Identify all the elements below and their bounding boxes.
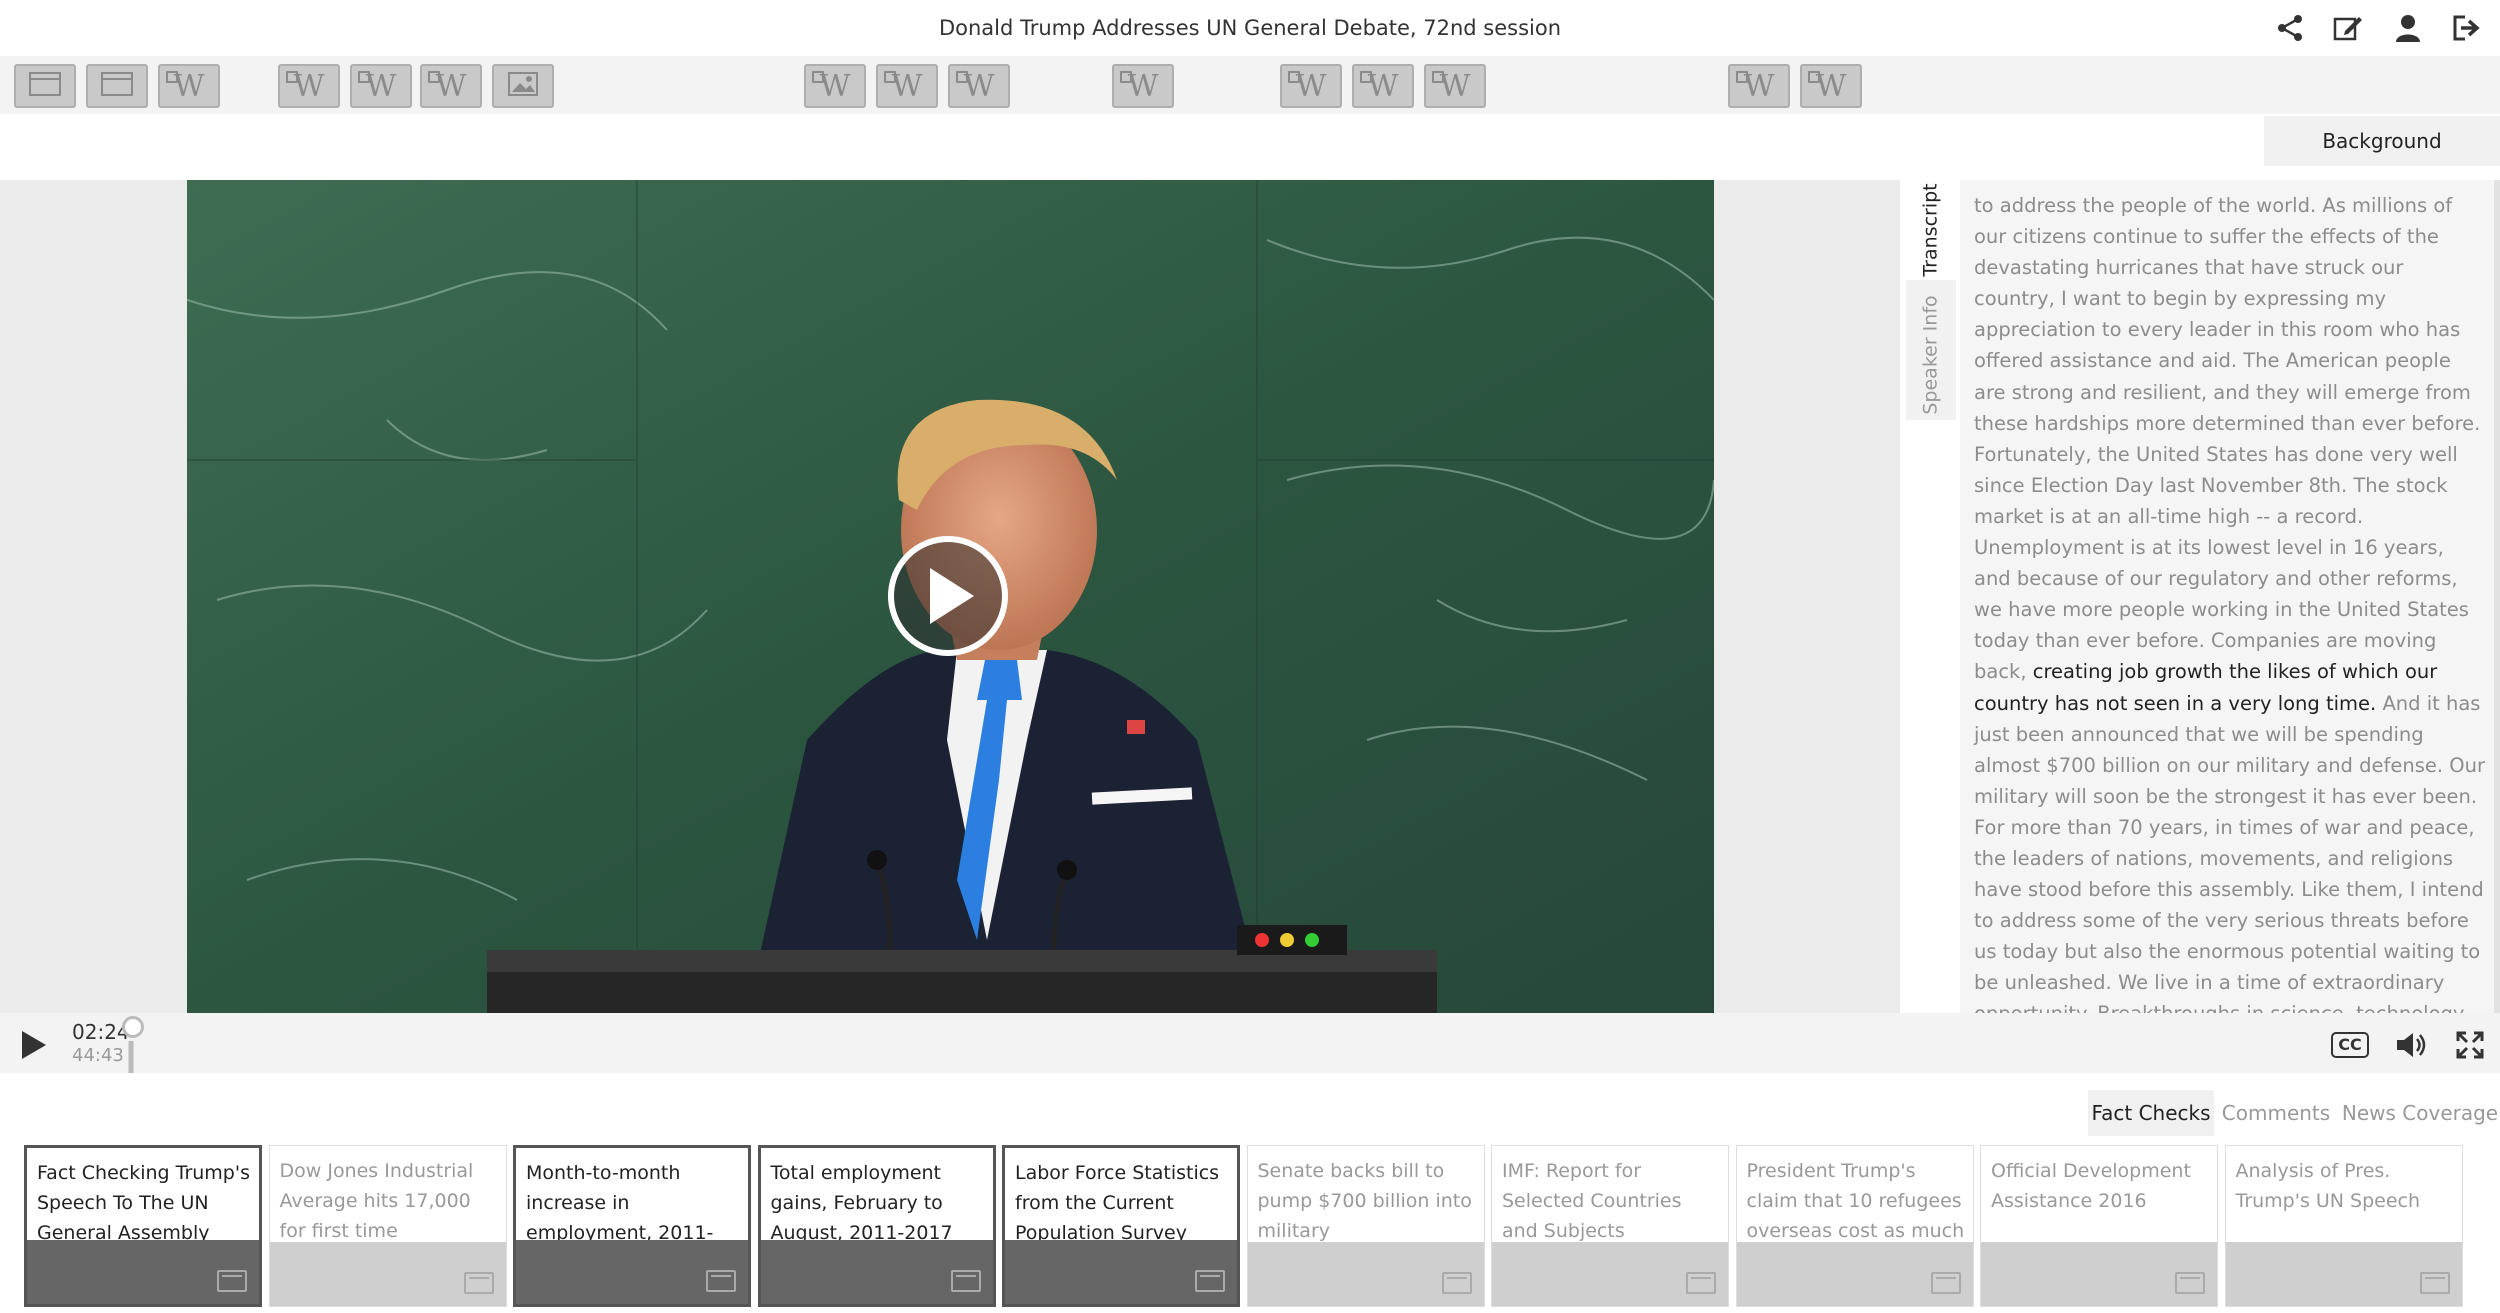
wikipedia-icon: W	[357, 68, 397, 104]
card-title: Total employment gains, February to Augu…	[770, 1162, 953, 1244]
toolbar-wikipedia-button[interactable]: W	[1112, 64, 1174, 108]
share-icon[interactable]	[2274, 12, 2306, 44]
seek-handle[interactable]	[122, 1016, 144, 1038]
fact-check-card[interactable]: Fact Checking Trump's Speech To The UN G…	[24, 1145, 262, 1307]
card-type-icon	[217, 1270, 247, 1292]
card-type-icon	[2419, 1272, 2450, 1294]
fact-check-card[interactable]: Official Development Assistance 2016	[1980, 1145, 2218, 1307]
cc-label: CC	[2331, 1032, 2369, 1058]
toolbar-layout-button[interactable]	[86, 64, 148, 108]
toolbar-wikipedia-button[interactable]: W	[1352, 64, 1414, 108]
transcript-panel[interactable]: to address the people of the world. As m…	[1960, 180, 2500, 1013]
tab-fact-checks[interactable]: Fact Checks	[2088, 1090, 2214, 1136]
toolbar-wikipedia-button[interactable]: W	[278, 64, 340, 108]
wikipedia-icon: W	[285, 68, 325, 104]
card-title: Dow Jones Industrial Average hits 17,000…	[279, 1160, 474, 1242]
wikipedia-icon: W	[1119, 68, 1159, 104]
card-type-icon	[1441, 1272, 1472, 1294]
fact-check-card[interactable]: President Trump's claim that 10 refugees…	[1735, 1145, 1974, 1307]
card-title: Senate backs bill to pump $700 billion i…	[1257, 1160, 1472, 1242]
card-type-icon	[706, 1270, 736, 1292]
background-information-tab[interactable]: Background Information	[2264, 116, 2500, 203]
cc-icon[interactable]: CC	[2328, 1028, 2372, 1062]
wikipedia-icon: W	[955, 68, 995, 104]
toolbar-wikipedia-button[interactable]: W	[1800, 64, 1862, 108]
card-title: Analysis of Pres. Trump's UN Speech	[2235, 1160, 2421, 1212]
card-title: Official Development Assistance 2016	[1991, 1160, 2191, 1212]
tab-comments[interactable]: Comments	[2218, 1090, 2334, 1136]
toolbar-wikipedia-button[interactable]: W	[1424, 64, 1486, 108]
card-title: Fact Checking Trump's Speech To The UN G…	[37, 1162, 250, 1244]
card-type-icon	[950, 1270, 981, 1292]
tab-transcript-label: Transcript	[1920, 183, 1943, 277]
video-play-overlay-button[interactable]	[888, 536, 1008, 656]
card-type-icon	[1930, 1272, 1961, 1294]
card-type-icon	[1686, 1272, 1716, 1294]
logout-icon[interactable]	[2450, 12, 2482, 44]
wikipedia-icon: W	[1287, 68, 1327, 104]
wikipedia-icon: W	[427, 68, 467, 104]
fact-check-card[interactable]: Labor Force Statistics from the Current …	[1002, 1145, 1240, 1307]
layout-icon	[29, 69, 61, 104]
fact-check-card[interactable]: Senate backs bill to pump $700 billion i…	[1246, 1145, 1485, 1307]
user-icon[interactable]	[2392, 12, 2424, 44]
card-title: Labor Force Statistics from the Current …	[1015, 1162, 1220, 1244]
toolbar-wikipedia-button[interactable]: W	[350, 64, 412, 108]
fact-check-card[interactable]: IMF: Report for Selected Countries and S…	[1491, 1145, 1729, 1307]
transcript-scrollbar[interactable]	[2494, 180, 2500, 1013]
wikipedia-icon: W	[811, 68, 851, 104]
fact-check-card[interactable]: Analysis of Pres. Trump's UN Speech	[2224, 1145, 2463, 1307]
toolbar-wikipedia-button[interactable]: W	[804, 64, 866, 108]
wikipedia-icon: W	[1431, 68, 1471, 104]
toolbar-wikipedia-button[interactable]: W	[948, 64, 1010, 108]
card-type-icon	[463, 1272, 494, 1294]
toolbar-wikipedia-button[interactable]: W	[876, 64, 938, 108]
transcript-current-sentence[interactable]: creating job growth the likes of which o…	[1974, 660, 2437, 714]
wikipedia-icon: W	[883, 68, 923, 104]
transcript-text: And it has just been announced that we w…	[1974, 691, 2486, 1014]
toolbar-wikipedia-button[interactable]: W	[420, 64, 482, 108]
wikipedia-icon: W	[1807, 68, 1847, 104]
fullscreen-icon[interactable]	[2452, 1028, 2488, 1062]
transcript-text: to address the people of the world. As m…	[1974, 194, 2481, 684]
wikipedia-icon: W	[1735, 68, 1775, 104]
fact-check-card[interactable]: Dow Jones Industrial Average hits 17,000…	[268, 1145, 507, 1307]
fact-check-card[interactable]: Month-to-month increase in employment, 2…	[513, 1145, 751, 1307]
edit-icon[interactable]	[2332, 12, 2364, 44]
tab-speaker-info[interactable]: Speaker Info	[1906, 290, 1956, 420]
image-icon	[508, 69, 538, 104]
fact-check-card[interactable]: Total employment gains, February to Augu…	[757, 1145, 996, 1307]
toolbar-image-button[interactable]	[492, 64, 554, 108]
volume-icon[interactable]	[2392, 1028, 2432, 1062]
card-type-icon	[1195, 1270, 1225, 1292]
toolbar-wikipedia-button[interactable]: W	[158, 64, 220, 108]
tab-news-coverage[interactable]: News Coverage	[2340, 1090, 2500, 1136]
toolbar-wikipedia-button[interactable]: W	[1728, 64, 1790, 108]
toolbar-layout-button[interactable]	[14, 64, 76, 108]
play-icon	[930, 568, 974, 624]
toolbar-wikipedia-button[interactable]: W	[1280, 64, 1342, 108]
card-title: IMF: Report for Selected Countries and S…	[1502, 1160, 1682, 1242]
seek-bar[interactable]	[0, 1013, 2500, 1073]
card-type-icon	[2175, 1272, 2205, 1294]
tab-transcript[interactable]: Transcript	[1906, 180, 1956, 280]
page-title: Donald Trump Addresses UN General Debate…	[938, 16, 1562, 40]
wikipedia-icon: W	[1359, 68, 1399, 104]
wikipedia-icon: W	[165, 68, 205, 104]
side-tabs: Transcript Speaker Info	[1906, 180, 1956, 420]
tab-speaker-info-label: Speaker Info	[1920, 295, 1942, 415]
layout-icon	[101, 69, 133, 104]
